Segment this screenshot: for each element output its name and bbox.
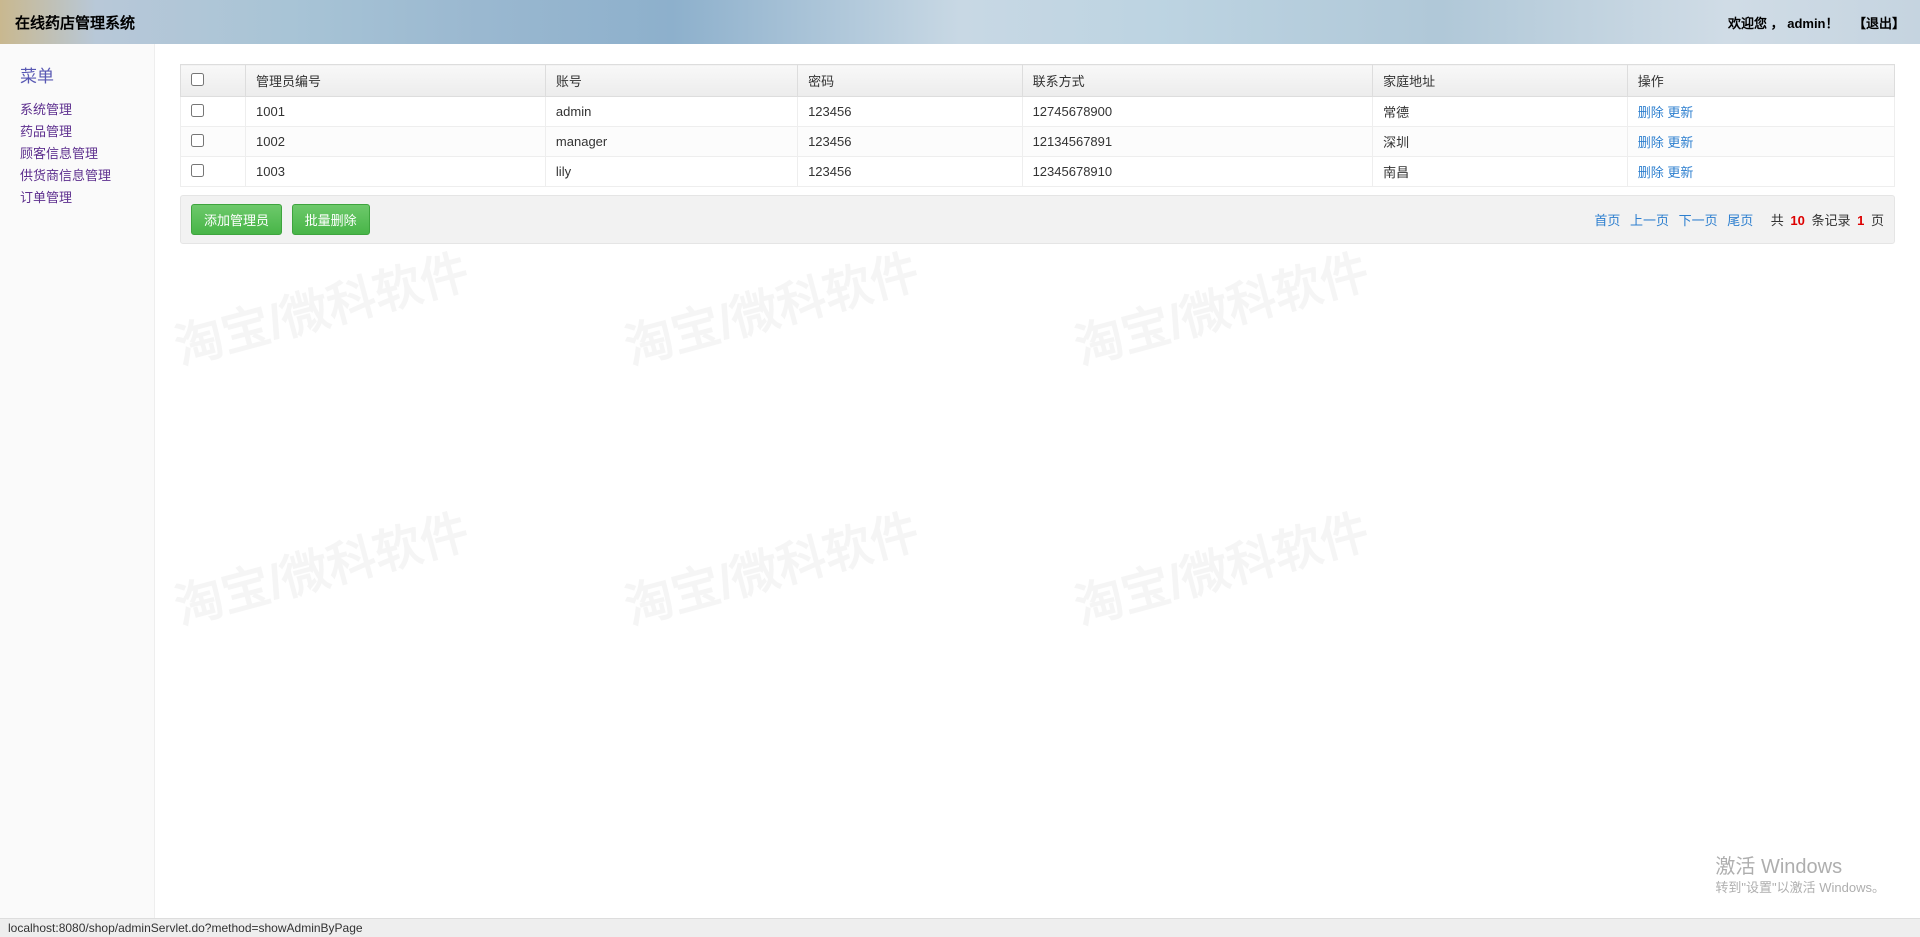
cell-contact: 12134567891	[1022, 127, 1373, 157]
table-row: 1003lily12345612345678910南昌删除 更新	[181, 157, 1895, 187]
select-all-checkbox[interactable]	[191, 73, 204, 86]
col-account: 账号	[545, 65, 797, 97]
windows-activation-overlay: 激活 Windows 转到"设置"以激活 Windows。	[1715, 854, 1885, 897]
sidebar-item-order[interactable]: 订单管理	[20, 187, 154, 209]
cell-id: 1003	[246, 157, 546, 187]
total-prefix: 共	[1771, 213, 1784, 228]
delete-link[interactable]: 删除	[1638, 165, 1664, 180]
cell-account: admin	[545, 97, 797, 127]
cell-operation: 删除 更新	[1627, 97, 1894, 127]
cell-operation: 删除 更新	[1627, 127, 1894, 157]
table-footer: 添加管理员 批量删除 首页 上一页 下一页 尾页 共 10 条记录 1 页	[180, 195, 1895, 244]
cell-password: 123456	[798, 127, 1023, 157]
content-area: 管理员编号 账号 密码 联系方式 家庭地址 操作 1001admin123456…	[155, 44, 1920, 937]
row-checkbox[interactable]	[191, 164, 204, 177]
cell-id: 1001	[246, 97, 546, 127]
update-link[interactable]: 更新	[1667, 135, 1693, 150]
pager: 首页 上一页 下一页 尾页 共 10 条记录 1 页	[1591, 210, 1884, 229]
welcome-suffix: ！	[1826, 16, 1839, 31]
table-row: 1002manager12345612134567891深圳删除 更新	[181, 127, 1895, 157]
header-user-area: 欢迎您 ， admin！ 【退出】	[1728, 13, 1905, 32]
row-checkbox[interactable]	[191, 134, 204, 147]
total-count: 10	[1790, 213, 1804, 228]
sidebar: 菜单 系统管理 药品管理 顾客信息管理 供货商信息管理 订单管理	[0, 44, 155, 937]
activation-subtitle: 转到"设置"以激活 Windows。	[1715, 880, 1885, 897]
sidebar-item-supplier[interactable]: 供货商信息管理	[20, 165, 154, 187]
cell-password: 123456	[798, 157, 1023, 187]
activation-title: 激活 Windows	[1715, 854, 1885, 880]
footer-buttons: 添加管理员 批量删除	[191, 204, 376, 235]
cell-account: lily	[545, 157, 797, 187]
sidebar-title: 菜单	[20, 62, 154, 87]
pager-prev[interactable]: 上一页	[1630, 213, 1669, 228]
cell-contact: 12745678900	[1022, 97, 1373, 127]
col-operation: 操作	[1627, 65, 1894, 97]
status-url: localhost:8080/shop/adminServlet.do?meth…	[8, 921, 363, 935]
status-bar: localhost:8080/shop/adminServlet.do?meth…	[0, 918, 1920, 937]
pager-first[interactable]: 首页	[1594, 213, 1620, 228]
col-password: 密码	[798, 65, 1023, 97]
delete-link[interactable]: 删除	[1638, 135, 1664, 150]
row-checkbox[interactable]	[191, 104, 204, 117]
cell-address: 常德	[1373, 97, 1628, 127]
delete-link[interactable]: 删除	[1638, 105, 1664, 120]
table-row: 1001admin12345612745678900常德删除 更新	[181, 97, 1895, 127]
add-admin-button[interactable]: 添加管理员	[191, 204, 282, 235]
total-suffix: 页	[1871, 213, 1884, 228]
sidebar-item-customer[interactable]: 顾客信息管理	[20, 143, 154, 165]
update-link[interactable]: 更新	[1667, 165, 1693, 180]
sidebar-item-system[interactable]: 系统管理	[20, 99, 154, 121]
pager-next[interactable]: 下一页	[1679, 213, 1718, 228]
cell-contact: 12345678910	[1022, 157, 1373, 187]
username: admin	[1787, 16, 1825, 31]
cell-address: 南昌	[1373, 157, 1628, 187]
col-contact: 联系方式	[1022, 65, 1373, 97]
admin-table: 管理员编号 账号 密码 联系方式 家庭地址 操作 1001admin123456…	[180, 64, 1895, 187]
logout-link[interactable]: 【退出】	[1853, 16, 1905, 31]
cell-password: 123456	[798, 97, 1023, 127]
app-title: 在线药店管理系统	[15, 12, 135, 33]
welcome-text: 欢迎您 ，	[1728, 16, 1784, 31]
cell-id: 1002	[246, 127, 546, 157]
cell-address: 深圳	[1373, 127, 1628, 157]
sidebar-item-medicine[interactable]: 药品管理	[20, 121, 154, 143]
total-mid: 条记录	[1811, 213, 1850, 228]
cell-account: manager	[545, 127, 797, 157]
header: 在线药店管理系统 欢迎您 ， admin！ 【退出】	[0, 0, 1920, 44]
cell-operation: 删除 更新	[1627, 157, 1894, 187]
total-pages: 1	[1857, 213, 1864, 228]
col-address: 家庭地址	[1373, 65, 1628, 97]
pager-last[interactable]: 尾页	[1727, 213, 1753, 228]
col-checkbox-header	[181, 65, 246, 97]
update-link[interactable]: 更新	[1667, 105, 1693, 120]
batch-delete-button[interactable]: 批量删除	[292, 204, 370, 235]
col-id: 管理员编号	[246, 65, 546, 97]
